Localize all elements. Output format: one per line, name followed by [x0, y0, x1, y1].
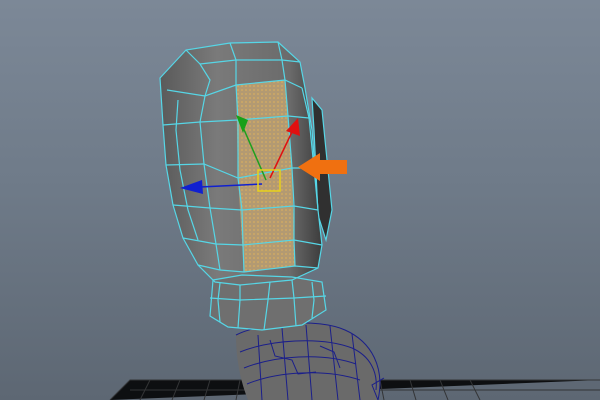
3d-viewport[interactable]	[0, 0, 600, 400]
lower-mesh[interactable]	[235, 322, 385, 400]
viewport-scene[interactable]	[0, 0, 600, 400]
